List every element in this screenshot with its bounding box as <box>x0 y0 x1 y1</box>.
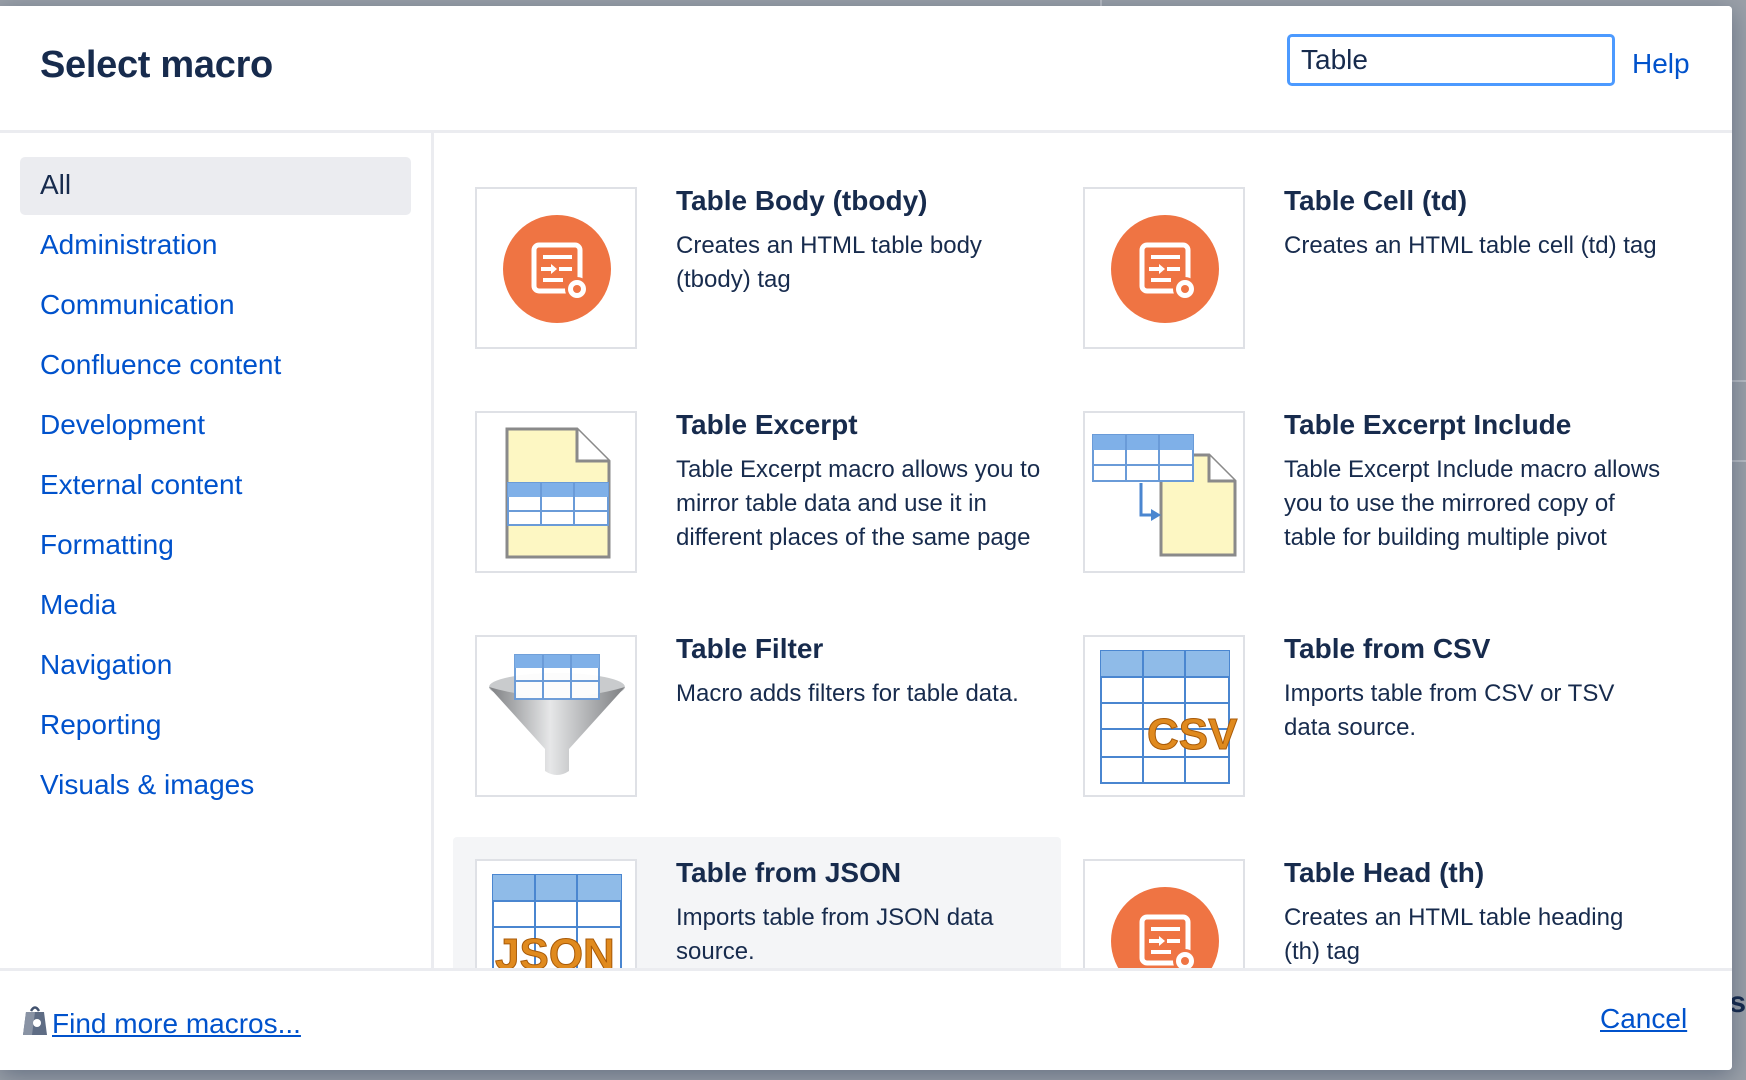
macro-card-table-head[interactable]: Table Head (th) Creates an HTML table he… <box>1061 837 1669 971</box>
dialog-header: Select macro Help <box>0 6 1732 133</box>
macro-results: Table Body (tbody) Creates an HTML table… <box>434 133 1732 971</box>
html-tag-gear-icon <box>1083 187 1245 349</box>
macro-card-table-cell[interactable]: Table Cell (td) Creates an HTML table ce… <box>1061 165 1669 383</box>
macro-card-table-excerpt-include[interactable]: Table Excerpt Include Table Excerpt Incl… <box>1061 389 1669 607</box>
macro-name: Table from JSON <box>676 857 902 888</box>
macro-description: Table Excerpt Include macro allows you t… <box>1284 456 1661 551</box>
macro-description: Creates an HTML table cell (td) tag <box>1284 232 1657 259</box>
category-external-content[interactable]: External content <box>20 457 411 515</box>
macro-description: Imports table from JSON data source. <box>676 904 994 965</box>
table-excerpt-icon <box>475 411 637 573</box>
dialog-title: Select macro <box>40 44 273 86</box>
macro-card-table-excerpt[interactable]: Table Excerpt Table Excerpt macro allows… <box>453 389 1061 607</box>
help-link[interactable]: Help <box>1632 48 1690 80</box>
macro-description: Macro adds filters for table data. <box>676 680 1019 707</box>
category-reporting[interactable]: Reporting <box>20 697 411 755</box>
json-icon-label: JSON <box>495 930 615 971</box>
category-media[interactable]: Media <box>20 577 411 635</box>
html-tag-gear-icon <box>1083 859 1245 971</box>
cancel-button[interactable]: Cancel <box>1600 1003 1687 1035</box>
macro-name: Table Head (th) <box>1284 857 1485 888</box>
category-sidebar: All Administration Communication Conflue… <box>0 133 434 971</box>
select-macro-dialog: Select macro Help All Administration Com… <box>0 6 1732 1070</box>
macro-card-table-from-csv[interactable]: CSV Table from CSV Imports table from CS… <box>1061 613 1669 831</box>
category-communication[interactable]: Communication <box>20 277 411 335</box>
category-visuals-images[interactable]: Visuals & images <box>20 757 411 815</box>
category-administration[interactable]: Administration <box>20 217 411 275</box>
macro-name: Table from CSV <box>1284 633 1491 664</box>
macro-card-table-from-json[interactable]: JSON Table from JSON Imports table from … <box>453 837 1061 971</box>
macro-name: Table Excerpt Include <box>1284 409 1572 440</box>
macro-name: Table Cell (td) <box>1284 185 1468 216</box>
macro-description: Creates an HTML table body (tbody) tag <box>676 232 982 293</box>
macro-name: Table Filter <box>676 633 824 664</box>
macro-name: Table Excerpt <box>676 409 858 440</box>
macro-description: Table Excerpt macro allows you to mirror… <box>676 456 1041 551</box>
table-excerpt-include-icon <box>1083 411 1245 573</box>
table-json-icon: JSON <box>475 859 637 971</box>
macro-card-table-body[interactable]: Table Body (tbody) Creates an HTML table… <box>453 165 1061 383</box>
table-csv-icon: CSV <box>1083 635 1245 797</box>
macro-description: Imports table from CSV or TSV data sourc… <box>1284 680 1615 741</box>
csv-icon-label: CSV <box>1147 710 1238 759</box>
find-more-macros-link[interactable]: Find more macros... <box>22 1003 301 1044</box>
category-formatting[interactable]: Formatting <box>20 517 411 575</box>
category-confluence-content[interactable]: Confluence content <box>20 337 411 395</box>
category-navigation[interactable]: Navigation <box>20 637 411 695</box>
macro-card-table-filter[interactable]: Table Filter Macro adds filters for tabl… <box>453 613 1061 831</box>
marketplace-bag-icon <box>22 1003 48 1044</box>
macro-description: Creates an HTML table heading (th) tag <box>1284 904 1624 965</box>
category-all[interactable]: All <box>20 157 411 215</box>
macro-name: Table Body (tbody) <box>676 185 928 216</box>
table-filter-funnel-icon <box>475 635 637 797</box>
find-more-macros-label: Find more macros... <box>52 1007 301 1039</box>
dialog-footer: Find more macros... Cancel <box>0 968 1732 1070</box>
macro-search-input[interactable] <box>1287 34 1615 86</box>
category-development[interactable]: Development <box>20 397 411 455</box>
html-tag-gear-icon <box>475 187 637 349</box>
